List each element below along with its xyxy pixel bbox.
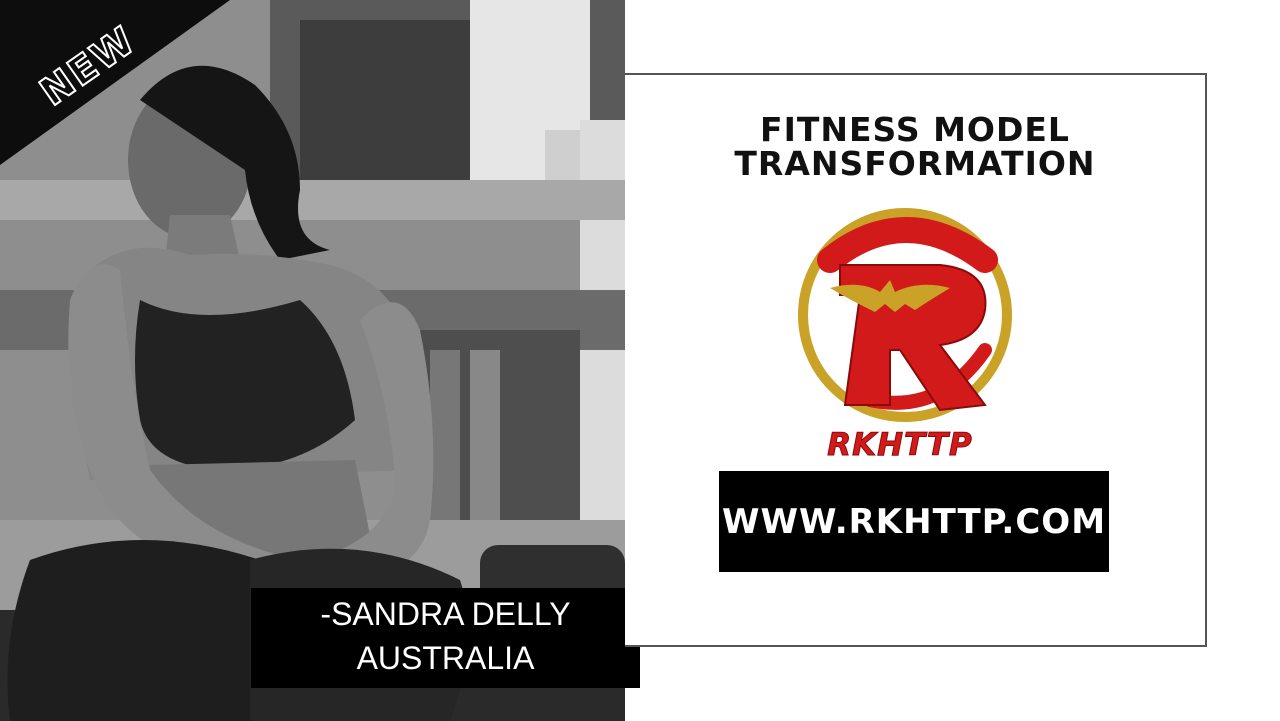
caption-name: -SANDRA DELLY xyxy=(320,596,571,632)
testimonial-caption: -SANDRA DELLY AUSTRALIA xyxy=(251,588,640,688)
rkhttp-logo-icon xyxy=(798,208,1012,422)
website-box[interactable]: WWW.RKHTTP.COM xyxy=(719,471,1109,572)
brand-name: RKHTTP xyxy=(827,427,973,464)
headline-line-2: TRANSFORMATION xyxy=(734,144,1096,183)
headline-line-1: FITNESS MODEL xyxy=(760,110,1070,149)
headline: FITNESS MODEL TRANSFORMATION xyxy=(715,113,1115,181)
caption-location: AUSTRALIA xyxy=(356,640,535,676)
promo-banner: NEW -SANDRA DELLY AUSTRALIA FITNESS MODE… xyxy=(0,0,1280,721)
website-url[interactable]: WWW.RKHTTP.COM xyxy=(722,502,1106,542)
